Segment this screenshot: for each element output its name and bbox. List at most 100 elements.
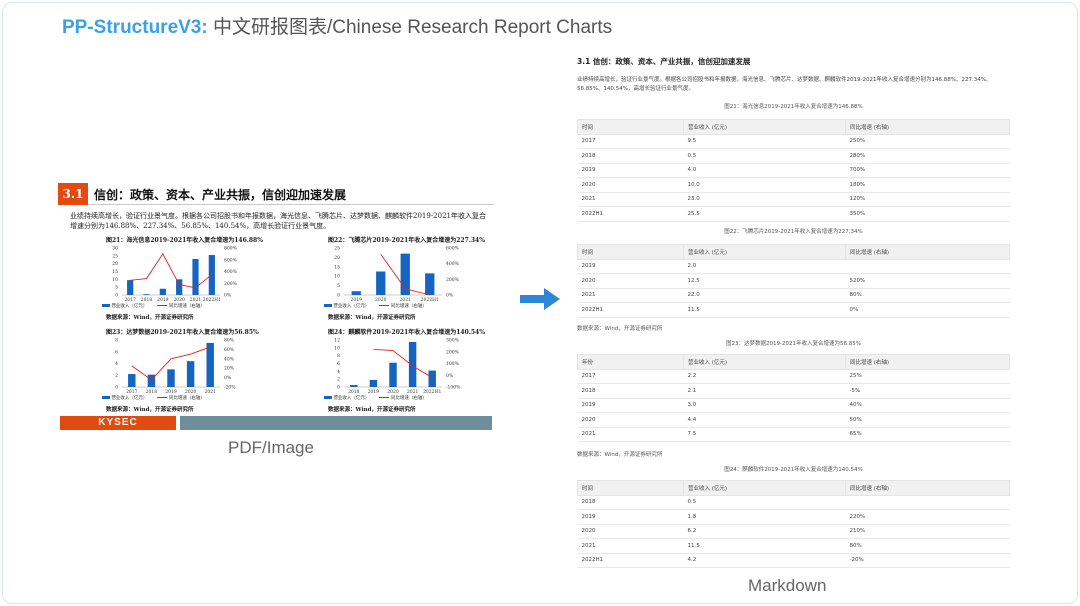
y-tick-label: 4 bbox=[115, 361, 118, 367]
bar bbox=[143, 294, 150, 295]
bar bbox=[127, 280, 134, 295]
table-cell: 2018 bbox=[577, 383, 684, 399]
table-cell: 2020 bbox=[577, 412, 684, 428]
section-title: 信创：政策、资本、产业共振，信创迎加速发展 bbox=[94, 188, 347, 202]
legend-bar-swatch bbox=[324, 396, 332, 399]
section-header: 3.1 信创：政策、资本、产业共振，信创迎加速发展 bbox=[58, 183, 494, 205]
y-tick-label: 4 bbox=[337, 369, 340, 375]
table-cell: 80% bbox=[845, 287, 1010, 303]
table-cell: 11.5 bbox=[683, 538, 846, 554]
legend-bar-swatch bbox=[102, 304, 110, 307]
y-tick-label: 2 bbox=[337, 377, 340, 383]
table-23: 年份 营业收入 (亿元) 同比增速 (右轴) 2017 2.2 25% 2018 2.1 -5%… bbox=[577, 354, 1010, 442]
source-note: 数据来源：Wind，开源证券研究所 bbox=[577, 326, 663, 332]
legend-line-swatch bbox=[157, 397, 168, 398]
y-tick-label: 6 bbox=[337, 361, 340, 367]
table-cell: 250% bbox=[845, 133, 1010, 149]
column-header: 时间 bbox=[577, 244, 684, 260]
x-tick-label: 2022H1 bbox=[203, 297, 221, 303]
bar bbox=[206, 342, 214, 387]
table-cell: 2021 bbox=[577, 287, 684, 303]
y2-tick-label: 0% bbox=[224, 375, 232, 381]
table-cell: 6.2 bbox=[683, 523, 846, 539]
figure-title: 图24：麒麟软件2019-2021年收入复合增速为140.54% bbox=[328, 329, 485, 336]
table-cell: 2020 bbox=[577, 273, 684, 289]
table-row: 2021 11.5 80% bbox=[577, 538, 1010, 554]
table-row: 2022H1 25.5 350% bbox=[577, 206, 1010, 222]
table-row: 2022H1 11.5 0% bbox=[577, 302, 1010, 318]
table-cell: 22.0 bbox=[683, 287, 846, 303]
table-22: 时间 营业收入 (亿元) 同比增速 (右轴) 2019 2.0 2020 12.5 520% 2… bbox=[577, 244, 1010, 318]
caption-21: 图21：海光信息2019-2021年收入复合增速为146.88% bbox=[724, 104, 863, 110]
table-21: 时间 营业收入 (亿元) 同比增速 (右轴) 2017 9.5 250% 2018 0.5 28… bbox=[577, 119, 1010, 222]
legend-bar-label: 营业收入（亿元） bbox=[111, 304, 148, 309]
y-tick-label: 6 bbox=[115, 349, 118, 355]
table-cell: 0.5 bbox=[683, 494, 846, 510]
column-header: 时间 bbox=[577, 119, 684, 135]
table-row: 2020 10.0 180% bbox=[577, 177, 1010, 193]
y-tick-label: 25 bbox=[334, 246, 340, 252]
legend-line-swatch bbox=[379, 305, 390, 306]
y-tick-label: 5 bbox=[337, 283, 340, 289]
y2-tick-label: 400% bbox=[446, 261, 460, 267]
y-tick-label: 0 bbox=[337, 385, 340, 391]
bar bbox=[208, 255, 215, 295]
table-cell: 2017 bbox=[577, 368, 684, 384]
y-tick-label: 8 bbox=[337, 353, 340, 359]
table-cell: 2020 bbox=[577, 177, 684, 193]
figure-chart: 2520151050600%400%200%0%2019 2020 2021 2022… bbox=[334, 246, 460, 304]
column-header: 时间 bbox=[577, 480, 684, 496]
y2-tick-label: 400% bbox=[224, 269, 238, 275]
column-header: 营业收入 (亿元) bbox=[683, 480, 846, 496]
section-number: 3.1 bbox=[58, 183, 88, 205]
y2-tick-label: 200% bbox=[446, 277, 460, 283]
figure-source: 数据来源：Wind，开源证券研究所 bbox=[106, 315, 194, 321]
figure-chart: 121086420300%200%100%0%-100%2018 2019 2020… bbox=[334, 338, 461, 396]
y-tick-label: 0 bbox=[115, 293, 118, 299]
table-cell: 2022H1 bbox=[577, 552, 684, 568]
x-tick-label: 2021 bbox=[204, 389, 216, 395]
table-row: 2018 0.5 280% bbox=[577, 148, 1010, 164]
table-cell: 2019 bbox=[577, 397, 684, 413]
caption-24: 图24：麒麟软件2019-2021年收入复合增速为140.54% bbox=[724, 467, 863, 473]
figure-title: 图22：飞腾芯片2019-2021年收入复合增速为227.34% bbox=[328, 237, 485, 244]
table-cell: 40% bbox=[845, 397, 1010, 413]
figure-22: 图22：飞腾芯片2019-2021年收入复合增速为227.34% 25 20 15 10… bbox=[284, 235, 485, 325]
legend-bar-swatch bbox=[102, 396, 110, 399]
table-cell: 65% bbox=[845, 426, 1010, 442]
table-cell: 700% bbox=[845, 162, 1010, 178]
table-header-row: 年份 营业收入 (亿元) 同比增速 (右轴) bbox=[577, 354, 1010, 370]
table-cell: 2022H1 bbox=[577, 302, 684, 318]
table-row: 2021 22.0 80% bbox=[577, 287, 1010, 303]
legend-line-label: 同比增速（右轴） bbox=[168, 396, 205, 401]
y-tick-label: 8 bbox=[115, 338, 118, 344]
y2-tick-label: 600% bbox=[224, 257, 238, 263]
y2-tick-label: -20% bbox=[224, 385, 236, 391]
y2-tick-label: 0% bbox=[446, 373, 454, 379]
table-cell: 2018 bbox=[577, 148, 684, 164]
legend-bar-label: 营业收入（亿元） bbox=[333, 396, 370, 401]
table-row: 2018 0.5 bbox=[577, 494, 1010, 510]
column-header: 同比增速 (右轴) bbox=[845, 119, 1010, 135]
table-24: 时间 营业收入 (亿元) 同比增速 (右轴) 2018 0.5 2019 1.8 220% 20… bbox=[577, 480, 1010, 568]
figure-legend: 营业收入（亿元） 同比增速（右轴） bbox=[324, 303, 427, 309]
figure-legend: 营业收入（亿元） 同比增速（右轴） bbox=[102, 395, 205, 401]
arrow-right-icon bbox=[520, 288, 560, 310]
table-cell: 50% bbox=[845, 412, 1010, 428]
table-cell: 2022H1 bbox=[577, 206, 684, 222]
bar bbox=[428, 370, 436, 387]
y2-tick-label: 600% bbox=[446, 246, 460, 252]
figure-title: 图21：海光信息2019-2021年收入复合增速为146.88% bbox=[106, 237, 263, 244]
brand-name: PP-StructureV3: bbox=[62, 17, 208, 38]
bar bbox=[425, 273, 435, 295]
table-cell: 25.5 bbox=[683, 206, 846, 222]
table-row: 2019 1.8 220% bbox=[577, 509, 1010, 525]
footer-bar bbox=[180, 416, 492, 430]
legend-line-label: 同比增速（右轴） bbox=[390, 304, 427, 309]
legend-line-label: 同比增速（右轴） bbox=[168, 304, 205, 309]
y-tick-label: 10 bbox=[334, 345, 340, 351]
column-header: 营业收入 (亿元) bbox=[683, 244, 846, 260]
table-cell: 2017 bbox=[577, 133, 684, 149]
figure-title: 图23：达梦数据2019-2021年收入复合增速为56.85% bbox=[106, 329, 259, 336]
bar bbox=[369, 379, 378, 387]
